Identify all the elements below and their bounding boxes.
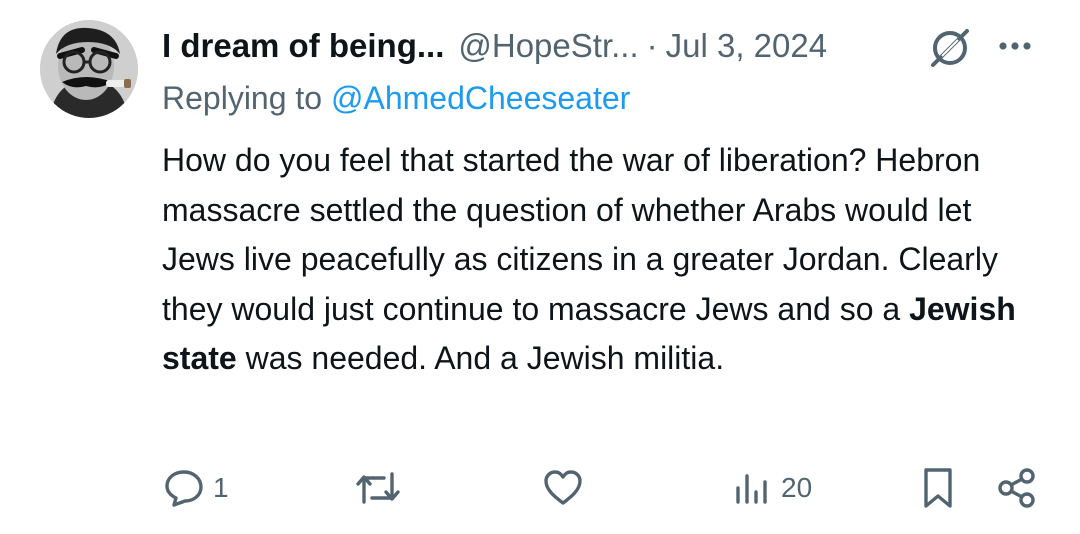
reply-icon [165, 470, 203, 507]
like-button[interactable] [541, 468, 593, 508]
replying-to: Replying to @AhmedCheeseater [162, 80, 630, 117]
tweet-text-part-1: How do you feel that started the war of … [162, 142, 998, 327]
tweet-text-part-2: was needed. And a Jewish militia. [236, 340, 725, 377]
bookmark-icon [924, 468, 952, 508]
reply-button[interactable]: 1 [163, 468, 229, 508]
replying-to-prefix: Replying to [162, 80, 323, 116]
like-icon [544, 470, 582, 505]
user-handle[interactable]: @HopeStr... [458, 27, 638, 65]
retweet-button[interactable] [354, 468, 410, 508]
share-icon [998, 468, 1035, 508]
tweet-date[interactable]: Jul 3, 2024 [666, 27, 827, 65]
grok-icon[interactable] [928, 26, 972, 70]
reply-count: 1 [213, 472, 229, 503]
bookmark-button[interactable] [918, 466, 958, 510]
share-button[interactable] [995, 466, 1039, 510]
views-count: 20 [781, 472, 813, 503]
separator-dot: · [646, 27, 658, 64]
avatar-image [40, 20, 138, 118]
tweet-text: How do you feel that started the war of … [162, 136, 1042, 384]
views-icon [736, 474, 767, 504]
action-bar: 1 20 [0, 462, 1080, 512]
display-name[interactable]: I dream of being... [162, 27, 444, 65]
retweet-icon [356, 472, 400, 504]
avatar[interactable] [40, 20, 138, 118]
more-icon[interactable] [995, 36, 1035, 56]
tweet-header: I dream of being... @HopeStr... · Jul 3,… [162, 22, 827, 70]
replying-to-handle[interactable]: @AhmedCheeseater [331, 80, 630, 116]
views-button[interactable]: 20 [733, 468, 812, 508]
